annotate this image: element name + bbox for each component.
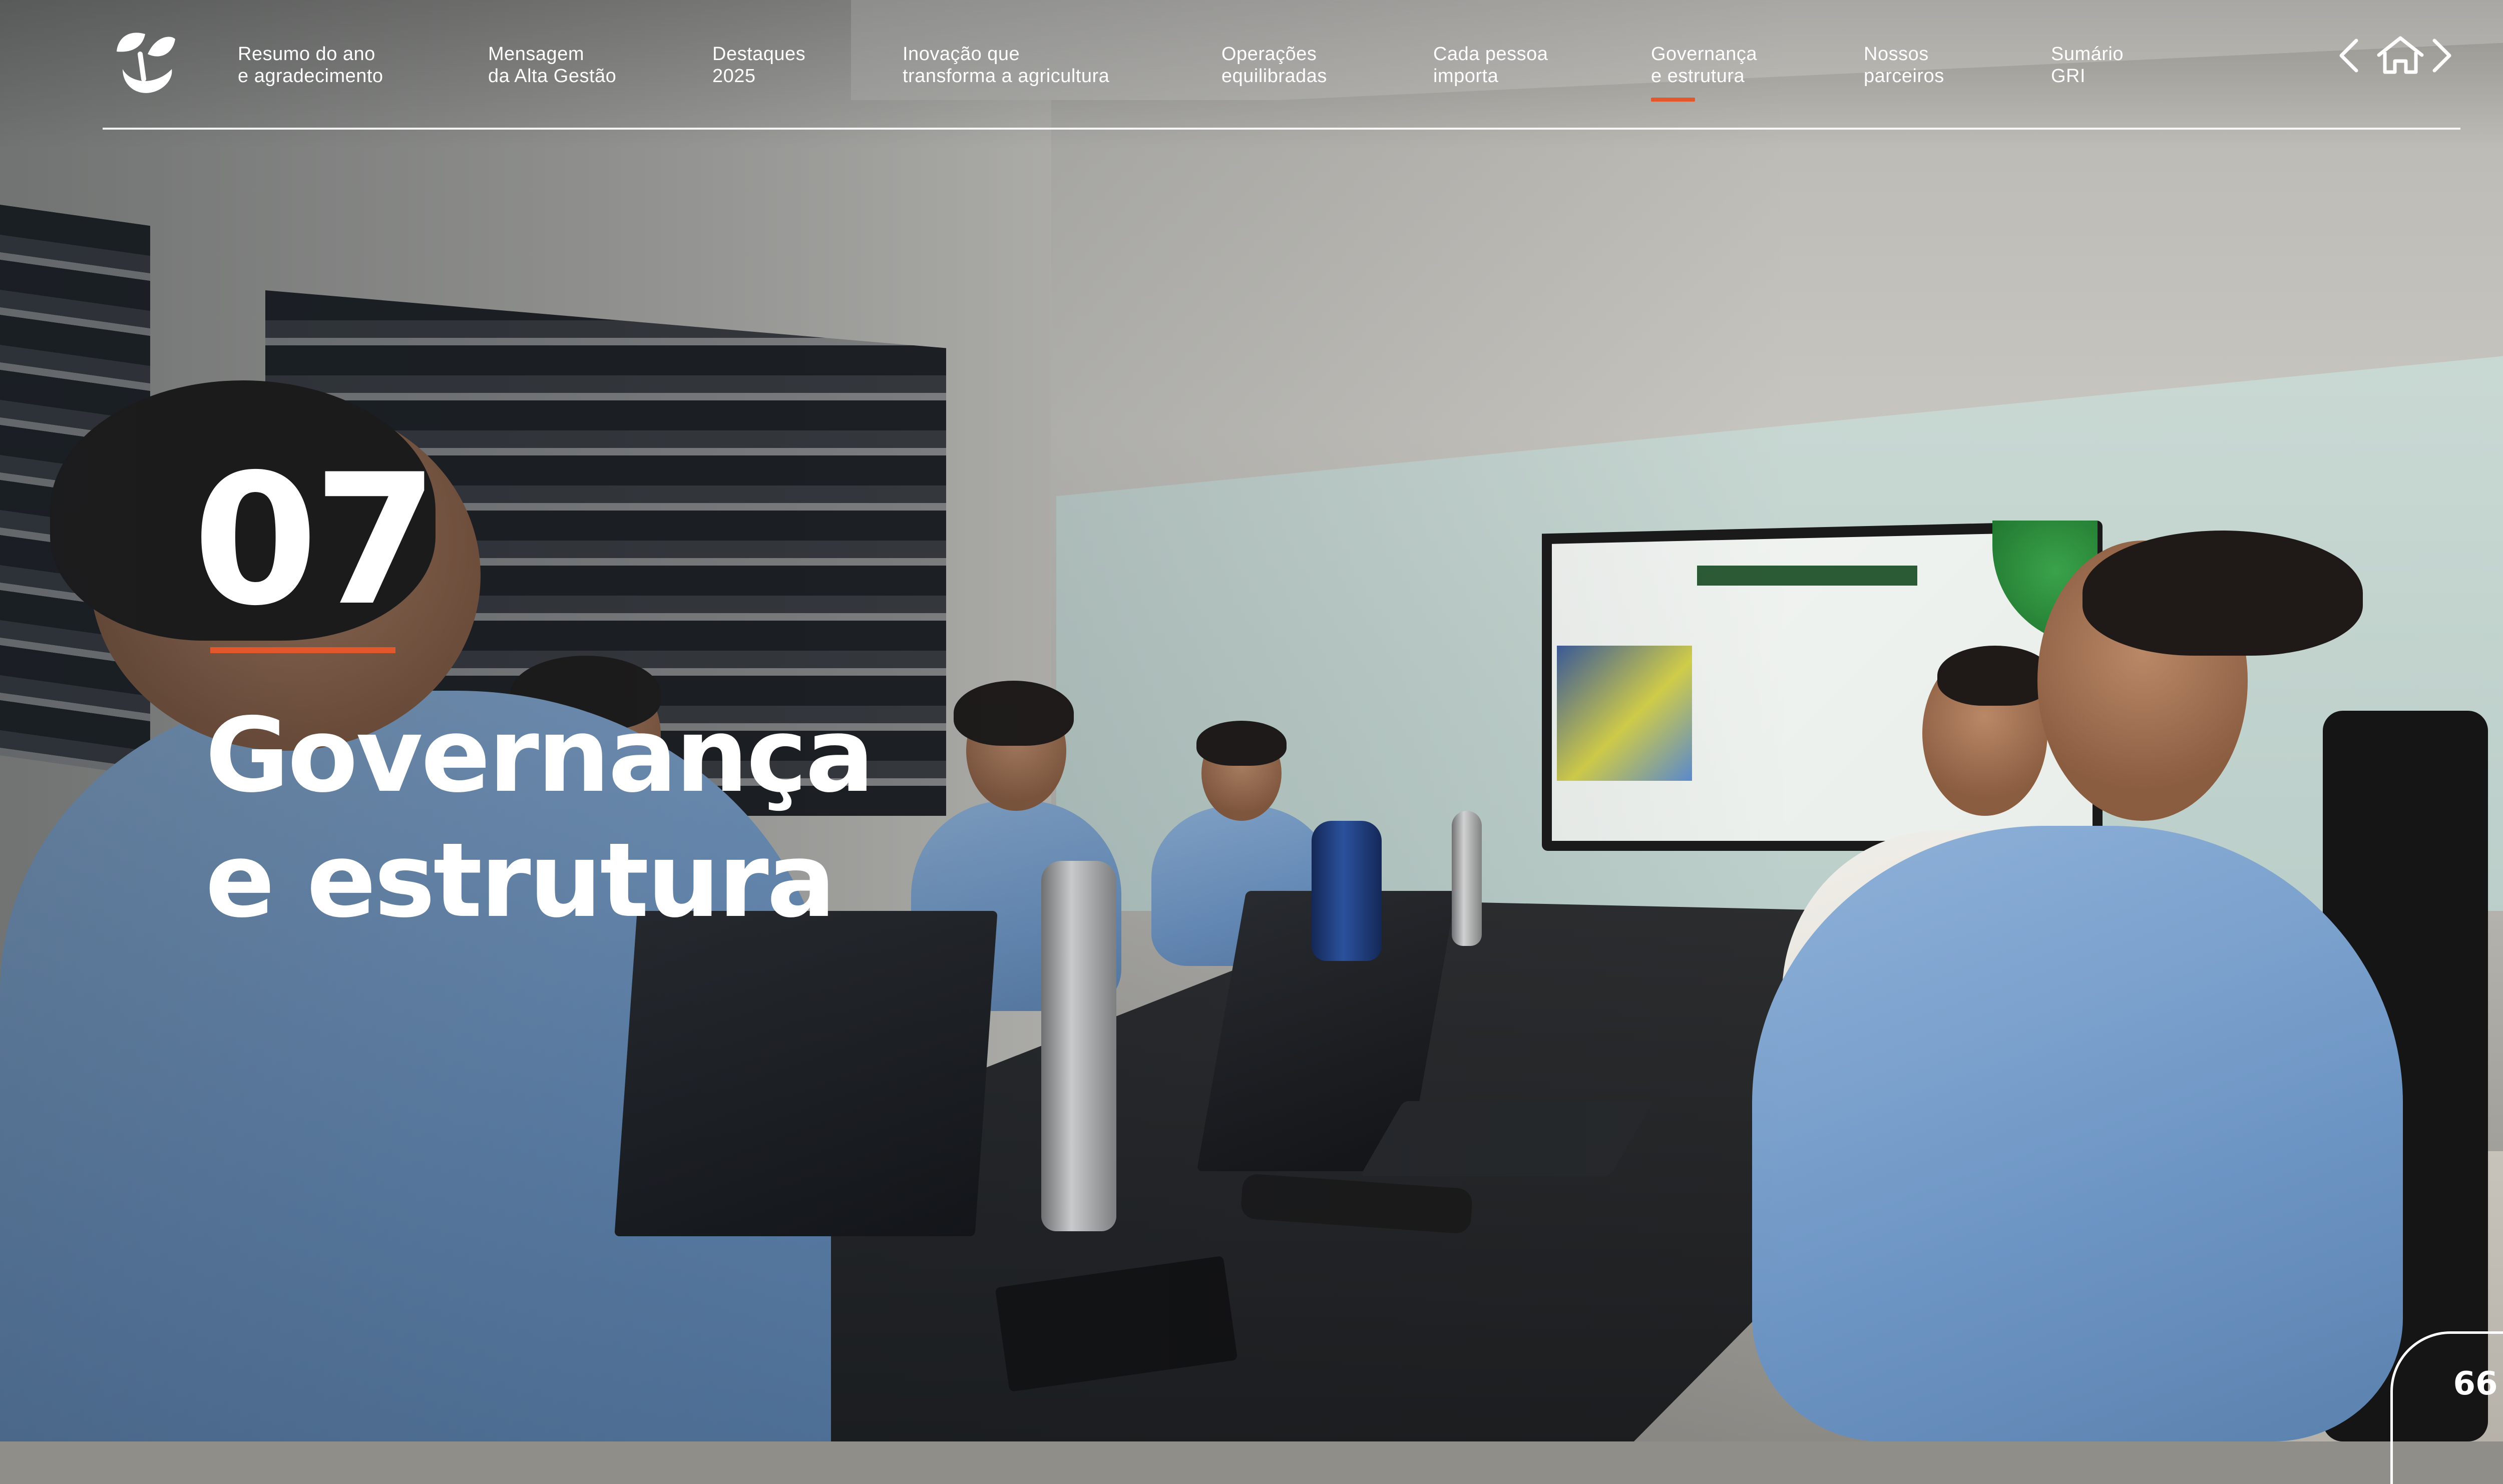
- nav-item-destaques[interactable]: Destaques 2025: [712, 43, 805, 87]
- nav-item-parceiros[interactable]: Nossos parceiros: [1864, 43, 1944, 87]
- nav-item-mensagem[interactable]: Mensagem da Alta Gestão: [488, 43, 616, 87]
- solubio-logo[interactable]: [113, 24, 178, 104]
- nav-item-resumo[interactable]: Resumo do ano e agradecimento: [238, 43, 383, 87]
- chapter-accent-bar: [210, 647, 395, 653]
- home-icon: [2377, 36, 2424, 74]
- nav-item-sumario-gri[interactable]: Sumário GRI: [2051, 43, 2124, 87]
- nav-divider: [103, 128, 2460, 130]
- chevron-right-icon: [2432, 39, 2451, 73]
- previous-page-button[interactable]: [2330, 33, 2370, 78]
- nav-item-inovacao[interactable]: Inovação que transforma a agricultura: [903, 43, 1109, 87]
- nav-item-operacoes[interactable]: Operações equilibradas: [1221, 43, 1327, 87]
- page-number: 66: [2453, 1365, 2498, 1402]
- nav-item-governanca[interactable]: Governança e estrutura: [1651, 43, 1757, 87]
- home-button[interactable]: [2373, 33, 2428, 78]
- nav-item-cada-pessoa[interactable]: Cada pessoa importa: [1433, 43, 1548, 87]
- page-number-tab: [2390, 1331, 2503, 1484]
- next-page-button[interactable]: [2420, 33, 2460, 78]
- chevron-left-icon: [2339, 39, 2358, 73]
- top-navigation: Resumo do ano e agradecimento Mensagem d…: [0, 0, 2503, 130]
- active-nav-indicator: [1651, 98, 1695, 102]
- chapter-title: Governança e estrutura: [205, 696, 875, 940]
- chapter-number: 07: [193, 435, 439, 645]
